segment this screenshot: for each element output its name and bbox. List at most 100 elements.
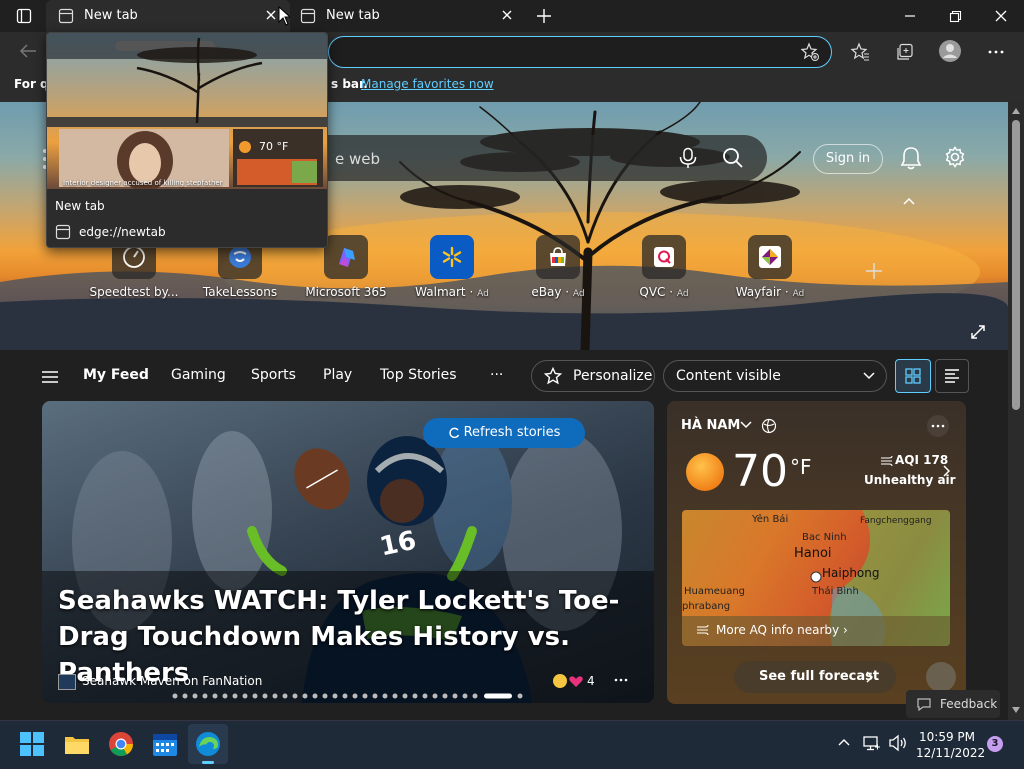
clock-date: 12/11/2022: [916, 746, 986, 760]
refresh-stories-label: Refresh stories: [463, 425, 561, 440]
content-visibility-select[interactable]: Content visible: [663, 360, 887, 392]
new-tab-icon[interactable]: [536, 8, 552, 24]
nav-gaming[interactable]: Gaming: [171, 367, 226, 383]
tab-2[interactable]: New tab: [288, 0, 526, 32]
expand-background-icon[interactable]: [970, 324, 986, 340]
collapse-chevron-up-icon[interactable]: [902, 196, 916, 206]
map-label: Thái Bình: [812, 586, 859, 597]
air-quality-map[interactable]: Yên Bái Fangchenggang Bac Ninh Hanoi Hai…: [682, 510, 950, 646]
nav-sports[interactable]: Sports: [251, 367, 296, 383]
feed-menu-icon[interactable]: [41, 370, 59, 384]
refresh-stories-button[interactable]: Refresh stories: [423, 418, 585, 448]
favorites-icon[interactable]: [850, 42, 870, 62]
personalize-button[interactable]: Personalize: [531, 360, 655, 392]
quick-link-label: QVC · Ad: [639, 285, 689, 299]
qvc-icon: [642, 235, 686, 279]
page-icon: [300, 8, 316, 24]
list-view-button[interactable]: [935, 359, 969, 393]
sunny-weather-icon: [684, 451, 726, 493]
clock-time: 10:59 PM: [919, 730, 975, 744]
weather-location[interactable]: HÀ NAM: [681, 418, 740, 433]
quick-link-ebay[interactable]: eBay · Ad: [508, 235, 608, 299]
minimize-icon[interactable]: [902, 8, 918, 24]
quick-link-label: TakeLessons: [202, 285, 278, 299]
windows-start-icon[interactable]: [20, 732, 44, 756]
restore-icon[interactable]: [947, 8, 963, 24]
search-icon[interactable]: [722, 147, 744, 169]
chevron-right-icon: [865, 671, 873, 683]
see-full-forecast-button[interactable]: See full forecast: [734, 661, 896, 693]
manage-favorites-link[interactable]: Manage favorites now: [361, 77, 494, 91]
volume-icon[interactable]: [888, 734, 908, 752]
map-label: Fangchenggang: [860, 516, 932, 526]
search-input[interactable]: e web: [335, 150, 380, 168]
see-full-forecast-label: See full forecast: [759, 669, 880, 684]
tab-hover-preview: 70 °F Interior designer accused of killi…: [46, 32, 328, 248]
carousel-pagination[interactable]: [172, 692, 524, 700]
calendar-app-icon[interactable]: [152, 731, 178, 757]
scroll-down-icon[interactable]: [1012, 707, 1020, 713]
scrollbar-thumb[interactable]: [1012, 120, 1020, 410]
chrome-icon[interactable]: [108, 731, 134, 757]
story-source[interactable]: Seahawk Maven on FanNation: [82, 674, 262, 688]
preview-caption: Interior designer accused of killing ste…: [63, 179, 223, 187]
add-quick-link-icon[interactable]: [865, 262, 883, 280]
notifications-bell-icon[interactable]: [900, 146, 922, 170]
more-options-icon: [931, 424, 945, 428]
page-icon: [55, 224, 71, 240]
quick-link-label: Microsoft 365: [305, 285, 387, 299]
story-more-options-icon[interactable]: [614, 678, 628, 682]
address-bar[interactable]: [328, 36, 832, 68]
preview-url: edge://newtab: [79, 225, 166, 239]
tab-actions-icon[interactable]: [16, 8, 32, 24]
page-settings-gear-icon[interactable]: [944, 146, 966, 168]
weather-more-options-button[interactable]: [927, 415, 949, 437]
add-favorite-icon[interactable]: [800, 42, 820, 62]
feedback-label: Feedback: [940, 697, 998, 711]
aqi-value[interactable]: AQI 178: [895, 453, 948, 467]
map-label: Haiphong: [822, 566, 880, 580]
grid-view-button[interactable]: [895, 359, 931, 393]
network-icon[interactable]: [863, 734, 881, 752]
close-tab-icon[interactable]: [264, 8, 278, 22]
close-window-icon[interactable]: [993, 8, 1009, 24]
temperature-unit[interactable]: °F: [790, 455, 812, 479]
tab-1[interactable]: New tab: [46, 0, 290, 32]
show-hidden-icons-chevron[interactable]: [837, 737, 851, 747]
more-aq-info-link[interactable]: More AQ info nearby ›: [716, 623, 848, 637]
aq-info-icon: [696, 624, 710, 636]
collections-icon[interactable]: [895, 42, 915, 62]
map-label: Huameuang: [684, 586, 746, 597]
quick-link-walmart[interactable]: Walmart · Ad: [402, 235, 502, 299]
list-view-icon: [944, 368, 960, 384]
content-visible-label: Content visible: [676, 368, 781, 384]
aqi-chevron-right-icon[interactable]: [942, 465, 950, 477]
sign-in-button[interactable]: Sign in: [813, 144, 883, 174]
feedback-button[interactable]: Feedback: [906, 690, 1000, 718]
quick-link-label: eBay · Ad: [531, 285, 585, 299]
microphone-icon[interactable]: [678, 147, 698, 169]
back-icon[interactable]: [18, 42, 38, 60]
quick-link-qvc[interactable]: QVC · Ad: [614, 235, 714, 299]
tab-title: New tab: [326, 8, 380, 23]
file-explorer-icon[interactable]: [64, 733, 90, 755]
globe-location-icon[interactable]: [761, 418, 777, 434]
profile-avatar[interactable]: [938, 39, 962, 63]
close-tab-icon[interactable]: [500, 8, 514, 22]
system-clock[interactable]: 10:59 PM 12/11/2022: [916, 729, 986, 761]
nav-more-icon[interactable]: ···: [490, 367, 503, 383]
nav-top-stories[interactable]: Top Stories: [380, 367, 457, 383]
nav-play[interactable]: Play: [323, 367, 352, 383]
nav-my-feed[interactable]: My Feed: [83, 367, 149, 383]
personalize-label: Personalize: [573, 368, 653, 384]
quick-link-wayfair[interactable]: Wayfair · Ad: [720, 235, 820, 299]
reaction-icons[interactable]: [552, 673, 584, 689]
scroll-up-icon[interactable]: [1012, 108, 1020, 114]
location-chevron-down-icon[interactable]: [739, 420, 753, 430]
edge-taskbar-item[interactable]: [188, 724, 228, 764]
quick-link-label: Speedtest by...: [89, 285, 179, 299]
settings-more-icon[interactable]: [986, 42, 1006, 62]
aqi-icon: [880, 455, 894, 467]
notification-badge[interactable]: 3: [987, 736, 1003, 752]
page-scrollbar[interactable]: [1008, 102, 1024, 720]
